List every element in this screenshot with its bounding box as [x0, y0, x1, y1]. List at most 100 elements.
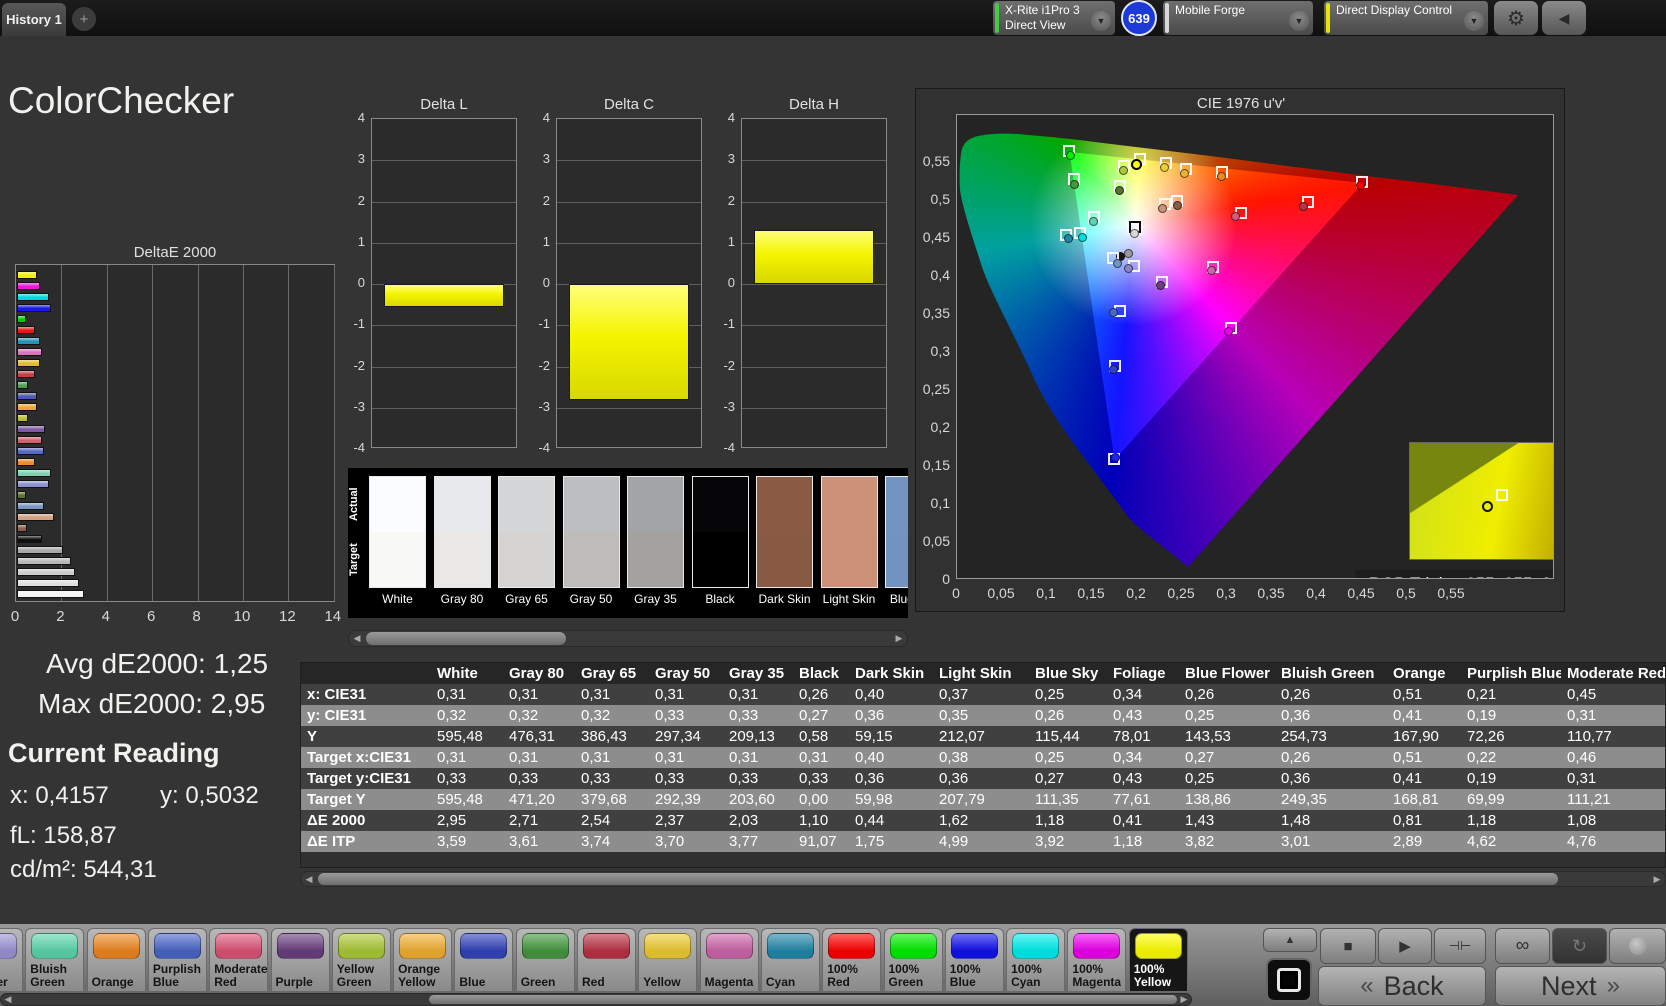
patch-target	[886, 532, 908, 587]
table-column-header: Blue Sky	[1029, 663, 1107, 684]
patch-bar-scrollbar[interactable]: ◀ ▶	[0, 993, 1192, 1006]
delta-chart-title: Delta H	[788, 96, 840, 113]
top-bar: History 1 + X-Rite i1Pro 3 Direct View ▼…	[0, 0, 1666, 36]
table-cell: 0,31	[649, 684, 723, 705]
refresh-icon: ↻	[1571, 935, 1588, 956]
y-tick-label: 0	[542, 275, 550, 290]
strip-scrollbar-thumb[interactable]	[366, 632, 566, 645]
patch-button-100-cyan[interactable]: 100% Cyan	[1006, 928, 1066, 992]
patch-swatch[interactable]	[498, 476, 555, 588]
table-cell: 0,43	[1107, 768, 1179, 789]
table-cell: 3,77	[723, 831, 793, 852]
scroll-left-icon[interactable]: ◀	[349, 631, 365, 646]
table-cell: 297,34	[649, 726, 723, 747]
patch-swatch[interactable]	[691, 476, 749, 588]
patch-swatch[interactable]	[627, 476, 684, 588]
table-cell: 0,33	[723, 705, 793, 726]
table-cell: 4,76	[1561, 831, 1665, 852]
patch-target	[370, 532, 425, 587]
patch-swatch[interactable]	[885, 476, 908, 588]
workflow-dropdown[interactable]: Direct Display Control ▼	[1324, 1, 1488, 35]
deltae-bar	[17, 326, 36, 334]
collapse-panel-button[interactable]: ◀	[1542, 1, 1586, 35]
table-scrollbar-thumb[interactable]	[318, 873, 1558, 885]
patch-button-100-yellow[interactable]: 100% Yellow	[1128, 928, 1188, 992]
patch-button-blue[interactable]: Blue	[454, 928, 514, 992]
scroll-left-icon[interactable]: ◀	[301, 872, 317, 886]
patch-button-swatch	[276, 933, 324, 959]
patch-button-orange-yellow[interactable]: Orange Yellow	[393, 928, 453, 992]
pattern-window-button[interactable]	[1266, 958, 1312, 1002]
patch-button-green[interactable]: Green	[515, 928, 575, 992]
workflow-name: Direct Display Control	[1336, 3, 1453, 17]
patch-button-100-magenta[interactable]: 100% Magenta	[1067, 928, 1127, 992]
expand-up-button[interactable]: ▲	[1263, 928, 1317, 952]
strip-scrollbar[interactable]: ◀ ▶	[348, 630, 908, 647]
scroll-right-icon[interactable]: ▶	[1177, 994, 1191, 1005]
cie-measured-dot	[1159, 162, 1169, 172]
patch-button-100-blue[interactable]: 100% Blue	[944, 928, 1004, 992]
table-cell: 0,31	[431, 747, 503, 768]
source-dropdown[interactable]: Mobile Forge ▼	[1163, 1, 1313, 35]
patch-button-red[interactable]: Red	[577, 928, 636, 992]
patch-button-swatch	[31, 933, 79, 959]
patch-button-cyan[interactable]: Cyan	[760, 928, 820, 992]
deltae-bar	[17, 458, 36, 466]
patch-swatch[interactable]	[433, 476, 491, 588]
blank-mode-button[interactable]	[1609, 928, 1666, 964]
patch-button-swatch	[521, 933, 569, 959]
meter-dropdown[interactable]: X-Rite i1Pro 3 Direct View ▼	[993, 1, 1115, 35]
add-tab-button[interactable]: +	[72, 7, 96, 31]
stop-button[interactable]: ■	[1320, 928, 1376, 964]
patch-button-purple[interactable]: Purple	[270, 928, 330, 992]
current-fl: fL: 158,87	[10, 822, 117, 849]
tab-history-1[interactable]: History 1	[2, 3, 66, 36]
patch-swatch[interactable]	[562, 476, 620, 588]
patch-button-yellow-green[interactable]: Yellow Green	[331, 928, 391, 992]
scroll-left-icon[interactable]: ◀	[1, 994, 15, 1005]
cie-measured-dot	[1069, 179, 1079, 189]
table-cell: 249,35	[1275, 789, 1387, 810]
patch-swatch[interactable]	[756, 476, 813, 588]
table-cell: 0,36	[1275, 705, 1387, 726]
avg-de2000: Avg dE2000: 1,25	[46, 648, 269, 679]
table-cell: 0,41	[1107, 810, 1179, 831]
hold-button[interactable]: ⊣⊢	[1434, 928, 1486, 964]
patch-button-bluish-green[interactable]: Bluish Green	[25, 928, 85, 992]
loop-button[interactable]: ∞	[1495, 928, 1550, 964]
patch-button-purplish-blue[interactable]: Purplish Blue	[147, 928, 207, 992]
patch-button-label: Magenta	[704, 975, 754, 989]
y-tick-label: -2	[353, 357, 365, 373]
next-button[interactable]: Next »	[1495, 966, 1666, 1006]
table-cell: 111,21	[1561, 789, 1665, 810]
patch-button-100-red[interactable]: 100% Red	[822, 928, 882, 992]
patch-button-swatch	[1073, 933, 1121, 959]
play-button[interactable]: ▶	[1378, 928, 1432, 964]
patch-button-moderate-red[interactable]: Moderate Red	[209, 928, 269, 992]
table-row-label: x: CIE31	[301, 684, 431, 705]
patch-button-100-green[interactable]: 100% Green	[883, 928, 943, 992]
patch-button-blue-flower[interactable]: Blue Flower	[0, 928, 23, 992]
scroll-right-icon[interactable]: ▶	[1649, 872, 1665, 886]
exposure-badge[interactable]: 639	[1121, 0, 1157, 36]
scroll-right-icon[interactable]: ▶	[891, 631, 907, 646]
y-tick-label: -1	[353, 316, 365, 332]
patch-bar-scrollbar-thumb[interactable]	[429, 995, 1177, 1004]
patch-button-magenta[interactable]: Magenta	[699, 928, 759, 992]
patch-target	[692, 532, 748, 587]
y-tick-label: 2	[357, 192, 365, 208]
table-cell: 254,73	[1275, 726, 1387, 747]
patch-button-orange[interactable]: Orange	[86, 928, 146, 992]
refresh-button[interactable]: ↻	[1552, 928, 1607, 964]
settings-button[interactable]: ⚙	[1494, 1, 1538, 35]
patch-swatch[interactable]	[820, 476, 878, 588]
table-cell: 595,48	[431, 789, 503, 810]
cie-measured-dot	[1230, 212, 1240, 222]
patch-swatch[interactable]	[369, 476, 426, 588]
table-scrollbar[interactable]: ◀ ▶	[300, 871, 1666, 887]
back-button[interactable]: « Back	[1318, 966, 1486, 1006]
gridline	[742, 407, 886, 409]
results-table-wrap: White Gray 80 Gray 65 Gray 50 Gray 35 Black Da…	[300, 662, 1666, 868]
deltae2000-chart-title: DeltaE 2000	[133, 244, 217, 261]
patch-button-yellow[interactable]: Yellow	[638, 928, 698, 992]
